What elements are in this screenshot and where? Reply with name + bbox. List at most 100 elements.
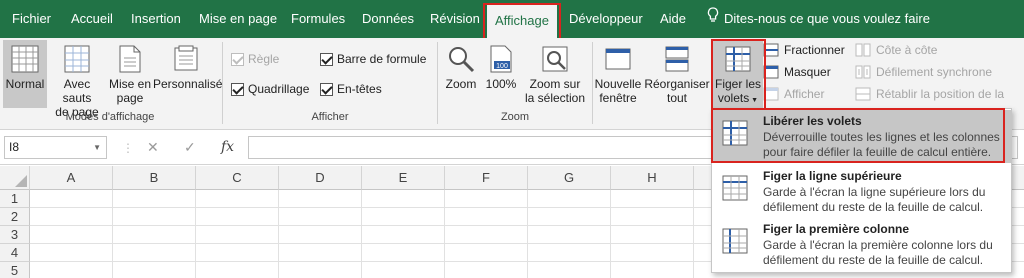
gridline bbox=[610, 190, 611, 278]
column-header-h[interactable]: H bbox=[611, 166, 694, 190]
tab-donnees[interactable]: Données bbox=[362, 0, 414, 38]
column-header-d[interactable]: D bbox=[279, 166, 362, 190]
freeze-top-row-icon bbox=[722, 175, 748, 201]
tab-insertion[interactable]: Insertion bbox=[131, 0, 181, 38]
formula-bar-check-box bbox=[320, 52, 333, 66]
tell-me-label: Dites-nous ce que vous voulez faire bbox=[724, 11, 930, 26]
ruler-check-box bbox=[231, 52, 244, 66]
column-header-g[interactable]: G bbox=[528, 166, 611, 190]
gridline bbox=[112, 190, 113, 278]
select-all-icon bbox=[15, 175, 27, 187]
page-break-preview-button[interactable]: Avec sauts de page bbox=[48, 40, 106, 119]
tab-aide[interactable]: Aide bbox=[660, 0, 686, 38]
split-label: Fractionner bbox=[784, 43, 845, 57]
column-header-f[interactable]: F bbox=[445, 166, 528, 190]
row-header-4[interactable]: 4 bbox=[0, 244, 30, 262]
insert-function-icon[interactable]: fx bbox=[221, 139, 234, 155]
zoom-100-button[interactable]: 100 100% bbox=[482, 40, 520, 108]
unfreeze-panes-icon bbox=[722, 120, 748, 146]
tab-fichier[interactable]: Fichier bbox=[12, 0, 51, 38]
arrange-label-2: tout bbox=[666, 91, 687, 105]
menu-item-description: Garde à l'écran la première colonne lors… bbox=[763, 238, 993, 267]
enter-icon[interactable]: ✓ bbox=[184, 139, 196, 156]
menu-item-freeze-top-row[interactable]: Figer la ligne supérieure Garde à l'écra… bbox=[712, 165, 1011, 218]
normal-view-button[interactable]: Normal bbox=[3, 40, 47, 108]
formula-bar-checkbox[interactable]: Barre de formule bbox=[320, 52, 426, 66]
sync-scroll-label: Défilement synchrone bbox=[876, 65, 993, 79]
menu-item-freeze-first-column[interactable]: Figer la première colonne Garde à l'écra… bbox=[712, 218, 1011, 271]
tab-developpeur[interactable]: Développeur bbox=[569, 0, 643, 38]
ruler-checkbox[interactable]: Règle bbox=[231, 52, 279, 66]
side-by-side-button[interactable]: Côte à côte bbox=[855, 43, 937, 57]
column-header-c[interactable]: C bbox=[196, 166, 279, 190]
tab-accueil[interactable]: Accueil bbox=[71, 0, 113, 38]
split-icon bbox=[763, 43, 779, 57]
gridline bbox=[444, 190, 445, 278]
tab-formules[interactable]: Formules bbox=[291, 0, 345, 38]
chevron-down-icon[interactable]: ▼ bbox=[93, 137, 101, 158]
reset-position-label: Rétablir la position de la bbox=[876, 87, 1005, 101]
gridline bbox=[527, 190, 528, 278]
tab-mise-en-page[interactable]: Mise en page bbox=[199, 0, 277, 38]
group-label-modes: Modes d'affichage bbox=[65, 111, 155, 123]
arrange-all-button[interactable]: Réorganiser tout bbox=[644, 40, 710, 108]
new-window-label-1: Nouvelle bbox=[594, 77, 642, 91]
group-label-show: Afficher bbox=[311, 111, 349, 123]
column-header-b[interactable]: B bbox=[113, 166, 196, 190]
ribbon-separator bbox=[222, 42, 223, 124]
normal-view-icon bbox=[11, 45, 39, 73]
zoom-selection-label-1: Zoom sur bbox=[529, 77, 581, 91]
formula-bar-label: Barre de formule bbox=[337, 52, 427, 66]
row-header-1[interactable]: 1 bbox=[0, 190, 30, 208]
row-header-3[interactable]: 3 bbox=[0, 226, 30, 244]
zoom-100-icon: 100 bbox=[490, 45, 512, 73]
sync-scroll-button[interactable]: Défilement synchrone bbox=[855, 65, 992, 79]
name-box[interactable]: I8 ▼ bbox=[4, 136, 107, 159]
hide-window-button[interactable]: Masquer bbox=[763, 65, 831, 79]
headings-label: En-têtes bbox=[337, 82, 382, 96]
menu-item-unfreeze-panes[interactable]: Libérer les volets Déverrouille toutes l… bbox=[712, 110, 1011, 163]
new-window-label-2: fenêtre bbox=[599, 91, 637, 105]
row-header-2[interactable]: 2 bbox=[0, 208, 30, 226]
split-button[interactable]: Fractionner bbox=[763, 43, 845, 57]
new-window-icon bbox=[605, 48, 631, 70]
tab-affichage[interactable]: Affichage bbox=[487, 3, 557, 38]
unhide-window-button[interactable]: Afficher bbox=[763, 87, 824, 101]
normal-view-label: Normal bbox=[5, 77, 45, 91]
zoom-button[interactable]: Zoom bbox=[442, 40, 480, 108]
sync-scroll-icon bbox=[855, 65, 871, 79]
lightbulb-icon bbox=[707, 0, 719, 38]
arrange-label-1: Réorganiser bbox=[644, 77, 710, 91]
tab-revision[interactable]: Révision bbox=[430, 0, 480, 38]
gridline bbox=[693, 190, 694, 278]
unhide-window-icon bbox=[763, 87, 779, 101]
page-break-label-1: Avec sauts bbox=[62, 77, 92, 105]
menu-item-description: Déverrouille toutes les lignes et les co… bbox=[763, 130, 1000, 159]
row-header-5[interactable]: 5 bbox=[0, 262, 30, 278]
custom-views-button[interactable]: Personnalisé bbox=[153, 40, 222, 108]
gridline bbox=[278, 190, 279, 278]
tell-me-search[interactable]: Dites-nous ce que vous voulez faire bbox=[707, 0, 930, 38]
custom-views-icon bbox=[174, 45, 198, 71]
ruler-label: Règle bbox=[248, 52, 280, 66]
cancel-icon[interactable]: ✕ bbox=[147, 139, 159, 156]
group-label-zoom: Zoom bbox=[500, 111, 530, 123]
page-layout-button[interactable]: Mise en page bbox=[107, 40, 153, 108]
new-window-button[interactable]: Nouvelle fenêtre bbox=[593, 40, 643, 108]
headings-checkbox[interactable]: En-têtes bbox=[320, 82, 382, 96]
gridlines-checkbox[interactable]: Quadrillage bbox=[231, 82, 309, 96]
page-break-icon bbox=[64, 45, 90, 73]
page-layout-label-2: page bbox=[116, 91, 144, 105]
reset-position-button[interactable]: Rétablir la position de la bbox=[855, 87, 1004, 101]
reset-position-icon bbox=[855, 87, 871, 101]
column-header-a[interactable]: A bbox=[30, 166, 113, 190]
zoom-selection-button[interactable]: Zoom sur la sélection bbox=[520, 40, 590, 108]
select-all-corner[interactable] bbox=[0, 166, 30, 190]
zoom-label: Zoom bbox=[445, 77, 477, 91]
hide-window-label: Masquer bbox=[784, 65, 831, 79]
unhide-window-label: Afficher bbox=[784, 87, 825, 101]
freeze-panes-label-2: volets bbox=[717, 91, 750, 105]
freeze-panes-button[interactable]: Figer les volets ▼ bbox=[713, 40, 763, 108]
column-header-e[interactable]: E bbox=[362, 166, 445, 190]
ribbon-tab-bar: Fichier Accueil Insertion Mise en page F… bbox=[0, 0, 1024, 38]
